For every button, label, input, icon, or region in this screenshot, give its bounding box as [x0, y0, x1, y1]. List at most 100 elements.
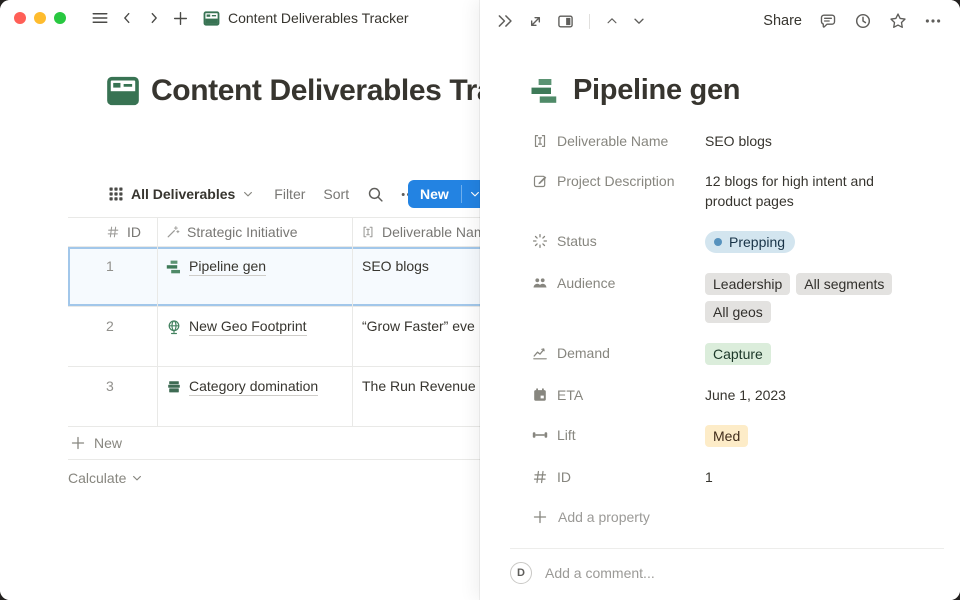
property-label-text: Demand	[557, 343, 610, 363]
new-tab-button[interactable]	[167, 5, 194, 31]
people-icon	[532, 275, 548, 291]
pipeline-bars-icon	[166, 259, 182, 275]
cell-id[interactable]: 2	[68, 307, 158, 366]
comments-icon[interactable]	[819, 12, 837, 30]
column-header-strategic-initiative[interactable]: Strategic Initiative	[158, 218, 353, 246]
chart-icon	[532, 345, 548, 361]
property-value[interactable]: Med	[705, 425, 917, 447]
chevron-down-icon	[469, 188, 481, 200]
window-title: Content Deliverables Tracker	[228, 10, 409, 26]
property-value[interactable]: 1	[705, 467, 917, 487]
property-label-text: ETA	[557, 385, 583, 405]
property-value[interactable]: Prepping	[705, 231, 917, 253]
chevron-down-icon	[131, 472, 143, 484]
calendar-icon	[532, 387, 548, 403]
titlebar: Content Deliverables Tracker	[0, 0, 480, 36]
property-label[interactable]: Audience	[532, 273, 705, 293]
tag-pill[interactable]: All geos	[705, 301, 771, 323]
property-value[interactable]: 12 blogs for high intent and product pag…	[705, 171, 917, 211]
sort-button[interactable]: Sort	[323, 186, 349, 202]
hamburger-icon	[91, 9, 109, 27]
relation-link[interactable]: Category domination	[189, 378, 318, 396]
more-options-icon[interactable]	[924, 12, 942, 30]
add-property-label: Add a property	[558, 509, 650, 525]
property-label[interactable]: Status	[532, 231, 705, 251]
comment-input[interactable]: Add a comment...	[545, 565, 655, 581]
filter-button[interactable]: Filter	[274, 186, 305, 202]
view-toolbar: All Deliverables Filter Sort	[108, 180, 417, 208]
title-icon	[361, 225, 375, 239]
updates-history-icon[interactable]	[854, 12, 872, 30]
edit-icon	[532, 173, 548, 189]
property-value[interactable]: Capture	[705, 343, 917, 365]
plus-icon	[172, 10, 189, 27]
app-window: Content Deliverables Tracker Content Del…	[0, 0, 960, 600]
favorite-star-icon[interactable]	[889, 12, 907, 30]
sidebar-toggle-button[interactable]	[86, 5, 113, 31]
select-pill[interactable]: Capture	[705, 343, 771, 365]
status-pill[interactable]: Prepping	[705, 231, 795, 253]
property-label[interactable]: Lift	[532, 425, 705, 445]
cell-strategic-initiative[interactable]: Pipeline gen	[158, 247, 353, 306]
property-value[interactable]: June 1, 2023	[705, 385, 917, 405]
column-header-id[interactable]: ID	[68, 218, 158, 246]
previous-record-icon[interactable]	[605, 14, 619, 28]
expand-page-icon[interactable]	[527, 13, 544, 30]
record-header: Pipeline gen	[530, 74, 960, 107]
relation-link[interactable]: Pipeline gen	[189, 258, 266, 276]
property-label-text: Project Description	[557, 171, 675, 191]
column-label: Strategic Initiative	[187, 224, 298, 240]
cell-strategic-initiative[interactable]: Category domination	[158, 367, 353, 426]
status-dot	[714, 238, 722, 246]
breadcrumb[interactable]: Content Deliverables Tracker	[203, 10, 409, 27]
property-label-text: Audience	[557, 273, 615, 293]
cell-id[interactable]: 1	[68, 247, 158, 306]
property-row-eta: ETA June 1, 2023	[532, 378, 960, 412]
share-button[interactable]: Share	[763, 13, 802, 29]
plus-icon	[532, 509, 548, 525]
new-record-button[interactable]: New	[408, 180, 488, 208]
column-label: Deliverable Name	[382, 224, 493, 240]
zoom-window-button[interactable]	[54, 12, 66, 24]
property-label-text: Status	[557, 231, 597, 251]
side-peek-mode-icon[interactable]	[557, 13, 574, 30]
property-label[interactable]: Project Description	[532, 171, 705, 191]
globe-icon	[166, 319, 182, 335]
relation-link[interactable]: New Geo Footprint	[189, 318, 307, 336]
property-label[interactable]: Demand	[532, 343, 705, 363]
record-title[interactable]: Pipeline gen	[573, 74, 740, 107]
cell-strategic-initiative[interactable]: New Geo Footprint	[158, 307, 353, 366]
wand-icon	[166, 225, 180, 239]
search-icon[interactable]	[367, 186, 384, 203]
tag-pill[interactable]: All segments	[796, 273, 892, 295]
property-label[interactable]: ETA	[532, 385, 705, 405]
books-icon	[166, 379, 182, 395]
record-bars-icon[interactable]	[530, 76, 560, 106]
tag-pill[interactable]: Leadership	[705, 273, 790, 295]
property-label[interactable]: ID	[532, 467, 705, 487]
property-row-audience: Audience Leadership All segments All geos	[532, 266, 960, 330]
property-value[interactable]: SEO blogs	[705, 131, 917, 151]
select-pill[interactable]: Med	[705, 425, 748, 447]
divider	[510, 548, 944, 549]
property-label-text: Lift	[557, 425, 576, 445]
next-record-icon[interactable]	[632, 14, 646, 28]
property-row-id: ID1	[532, 460, 960, 494]
close-peek-icon[interactable]	[496, 12, 514, 30]
minimize-window-button[interactable]	[34, 12, 46, 24]
toolbar-divider	[589, 14, 590, 29]
nav-forward-button[interactable]	[140, 5, 167, 31]
cell-id[interactable]: 3	[68, 367, 158, 426]
nav-back-button[interactable]	[113, 5, 140, 31]
page-table-icon[interactable]	[106, 74, 140, 108]
add-property-button[interactable]: Add a property	[532, 500, 960, 534]
property-label[interactable]: Deliverable Name	[532, 131, 705, 151]
comment-row[interactable]: D Add a comment...	[510, 562, 960, 584]
close-window-button[interactable]	[14, 12, 26, 24]
chevron-down-icon	[242, 188, 254, 200]
table-view-icon	[108, 186, 124, 202]
view-tab-all-deliverables[interactable]: All Deliverables	[108, 186, 254, 202]
property-value[interactable]: Leadership All segments All geos	[705, 273, 917, 323]
hash-icon	[532, 469, 548, 485]
properties-list: Deliverable NameSEO blogs Project Descrip…	[532, 124, 960, 534]
